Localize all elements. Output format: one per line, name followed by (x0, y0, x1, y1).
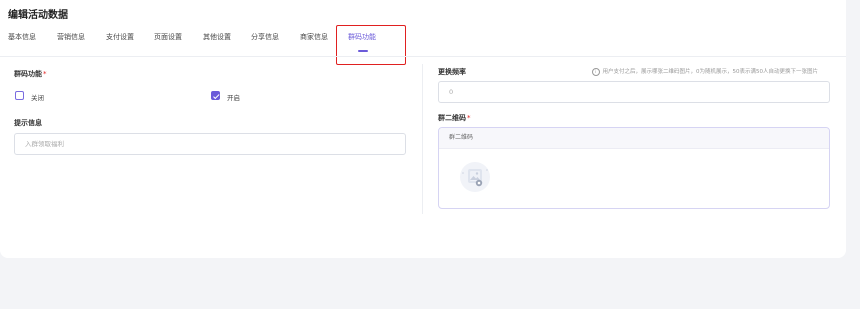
image-upload-icon[interactable] (459, 161, 491, 193)
tab-payment-settings[interactable]: 支付设置 (106, 32, 134, 42)
frequency-label: 更换频率 (438, 68, 466, 76)
prompt-info-input[interactable]: 入群领取福利 (14, 133, 406, 155)
qr-code-label: 群二维码* (438, 114, 471, 122)
qr-code-panel: 群二维码 (438, 127, 830, 209)
frequency-input[interactable]: 0 (438, 81, 830, 103)
main-card: 编辑活动数据 基本信息 营销信息 支付设置 页面设置 其他设置 分享信息 商家信… (0, 0, 846, 258)
qr-code-panel-header: 群二维码 (439, 128, 829, 149)
tab-marketing-info[interactable]: 营销信息 (57, 32, 85, 42)
checkbox-on[interactable] (211, 91, 220, 100)
tab-basic-info[interactable]: 基本信息 (8, 32, 36, 42)
column-divider (422, 64, 423, 214)
highlight-annotation-box (336, 25, 406, 65)
checkbox-on-label[interactable]: 开启 (227, 92, 240, 102)
page-title: 编辑活动数据 (8, 10, 68, 21)
tab-other-settings[interactable]: 其他设置 (203, 32, 231, 42)
tab-page-settings[interactable]: 页面设置 (154, 32, 182, 42)
tab-share-info[interactable]: 分享信息 (251, 32, 279, 42)
info-icon: i (591, 67, 600, 76)
group-code-label: 群码功能* (14, 70, 47, 78)
tab-merchant-info[interactable]: 商家信息 (300, 32, 328, 42)
checkbox-off[interactable] (15, 91, 24, 100)
tab-divider (0, 56, 846, 57)
prompt-info-label: 提示信息 (14, 119, 42, 127)
checkbox-off-label[interactable]: 关闭 (31, 92, 44, 102)
frequency-hint: i 用户支付之后，展示哪张二维码图片，0为随机展示，50表示满50人自动更换下一张… (591, 67, 818, 76)
